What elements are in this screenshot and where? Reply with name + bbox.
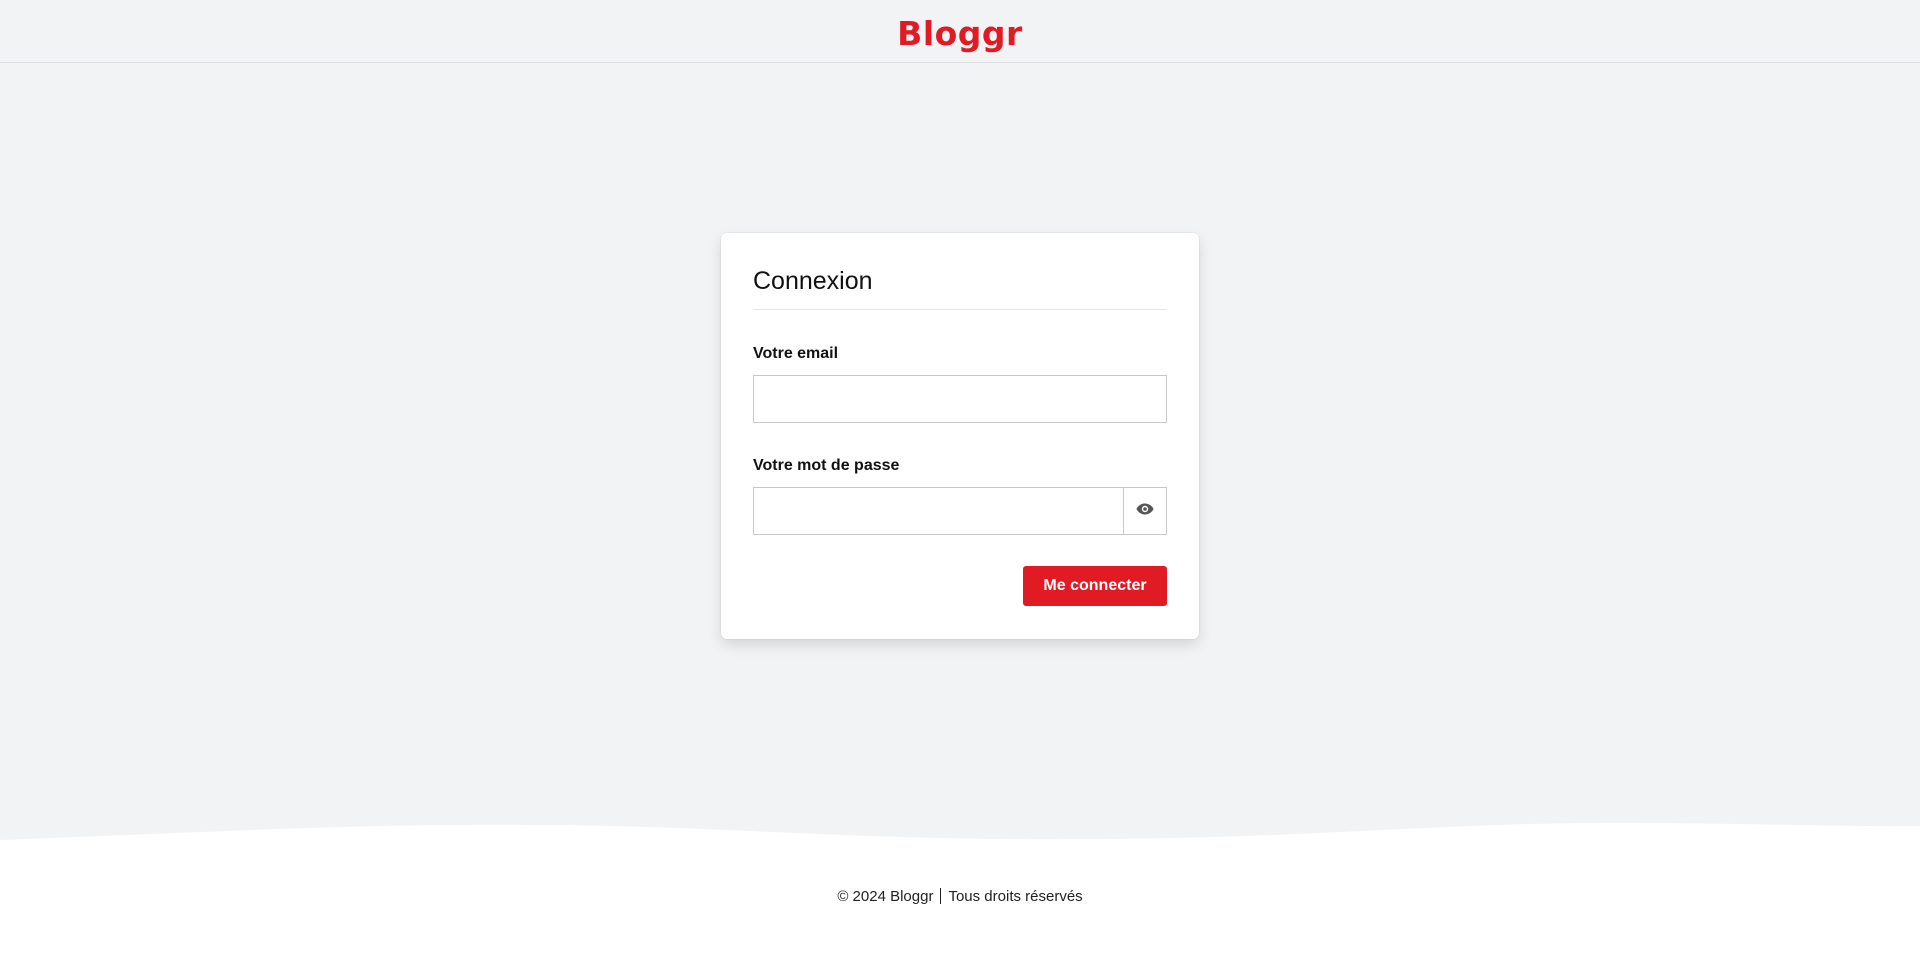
email-label: Votre email [753, 345, 839, 362]
footer-separator [940, 888, 942, 904]
site-footer: © 2024 Bloggr Tous droits réservés [0, 840, 1920, 953]
password-field[interactable] [753, 487, 1124, 535]
site-header: Bloggr [0, 0, 1920, 63]
email-field[interactable] [753, 375, 1167, 423]
password-visibility-toggle[interactable] [1123, 487, 1167, 535]
copyright-text: © 2024 Bloggr [837, 888, 934, 905]
rights-text: Tous droits réservés [948, 888, 1083, 905]
login-title: Connexion [753, 267, 873, 295]
eye-icon [1136, 502, 1154, 520]
password-label: Votre mot de passe [753, 457, 900, 474]
footer-text: © 2024 Bloggr Tous droits réservés [0, 888, 1920, 905]
login-button[interactable]: Me connecter [1023, 566, 1167, 606]
title-divider [753, 309, 1167, 310]
login-card: Connexion Votre email Votre mot de passe… [721, 233, 1199, 639]
site-logo[interactable]: Bloggr [897, 17, 1023, 50]
